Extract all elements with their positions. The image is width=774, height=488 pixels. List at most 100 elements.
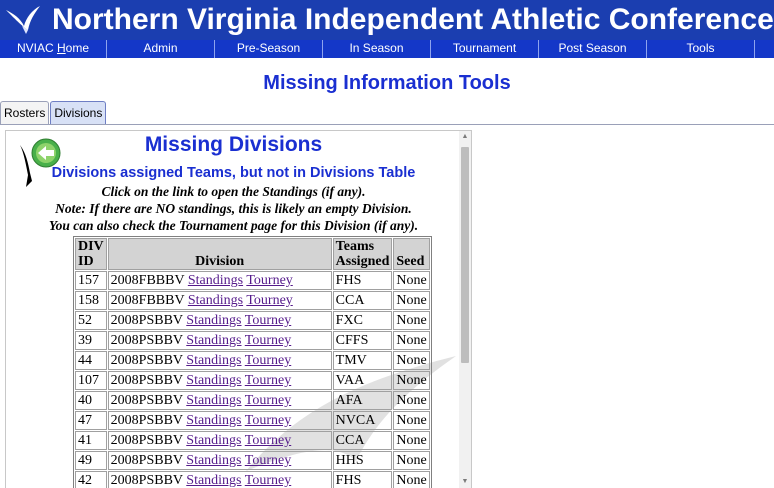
table-header-row: DIV ID Division Teams Assigned Seed [75, 238, 430, 270]
standings-link[interactable]: Standings [186, 333, 241, 348]
seed-cell: None [393, 351, 430, 370]
section-subheading: Divisions assigned Teams, but not in Div… [51, 165, 416, 181]
tab-rosters[interactable]: Rosters [0, 101, 50, 125]
col-header-division: Division [107, 238, 332, 270]
section-heading: Missing Divisions [144, 133, 323, 156]
division-name: 2008PSBBV [110, 393, 183, 408]
standings-link[interactable]: Standings [186, 453, 241, 468]
seed-cell: None [393, 271, 430, 290]
div-id-cell: 47 [75, 411, 107, 430]
seed-cell: None [393, 391, 430, 410]
tourney-link[interactable]: Tourney [245, 433, 291, 448]
team-cell: CCA [332, 291, 393, 310]
division-cell: 2008PSBBV Standings Tourney [107, 411, 332, 430]
nav-tournament[interactable]: Tournament [431, 40, 539, 58]
tourney-link[interactable]: Tourney [245, 333, 291, 348]
division-cell: 2008PSBBV Standings Tourney [107, 471, 332, 488]
seed-cell: None [393, 291, 430, 310]
tourney-link[interactable]: Tourney [245, 413, 291, 428]
standings-link[interactable]: Standings [186, 313, 241, 328]
tourney-link[interactable]: Tourney [246, 273, 292, 288]
division-name: 2008PSBBV [110, 473, 183, 488]
division-cell: 2008PSBBV Standings Tourney [107, 391, 332, 410]
div-id-cell: 41 [75, 431, 107, 450]
division-cell: 2008PSBBV Standings Tourney [107, 451, 332, 470]
tourney-link[interactable]: Tourney [245, 313, 291, 328]
seed-cell: None [393, 311, 430, 330]
division-cell: 2008FBBBV Standings Tourney [107, 271, 332, 290]
standings-link[interactable]: Standings [186, 373, 241, 388]
tourney-link[interactable]: Tourney [245, 473, 291, 488]
division-cell: 2008PSBBV Standings Tourney [107, 351, 332, 370]
standings-link[interactable]: Standings [186, 473, 241, 488]
division-name: 2008PSBBV [110, 453, 183, 468]
missing-divisions-table: DIV ID Division Teams Assigned Seed 157 200… [73, 236, 432, 488]
standings-link[interactable]: Standings [186, 353, 241, 368]
scroll-up-arrow-icon[interactable]: ▲ [459, 131, 471, 143]
div-id-cell: 40 [75, 391, 107, 410]
team-cell: FXC [332, 311, 393, 330]
instruction-note: You can also check the Tournament page f… [48, 218, 419, 233]
col-header-seed: Seed [393, 238, 430, 270]
tourney-link[interactable]: Tourney [245, 453, 291, 468]
division-name: 2008FBBBV [110, 273, 185, 288]
tourney-link[interactable]: Tourney [245, 373, 291, 388]
table-row: 40 2008PSBBV Standings Tourney AFA None [75, 391, 430, 410]
team-cell: VAA [332, 371, 393, 390]
team-cell: AFA [332, 391, 393, 410]
nav-home[interactable]: NVIAC Home [0, 40, 107, 58]
nav-pre-season[interactable]: Pre-Season [215, 40, 323, 58]
team-cell: HHS [332, 451, 393, 470]
nav-tools[interactable]: Tools [647, 40, 755, 58]
tab-bar: Rosters Divisions [0, 101, 107, 125]
vertical-scrollbar[interactable]: ▲ ▼ [459, 131, 471, 488]
division-name: 2008PSBBV [110, 333, 183, 348]
standings-link[interactable]: Standings [186, 393, 241, 408]
division-name: 2008FBBBV [110, 293, 185, 308]
div-id-cell: 107 [75, 371, 107, 390]
tourney-link[interactable]: Tourney [245, 353, 291, 368]
site-banner: Northern Virginia Independent Athletic C… [0, 0, 774, 40]
site-title: Northern Virginia Independent Athletic C… [52, 3, 774, 36]
team-cell: NVCA [332, 411, 393, 430]
nav-post-season[interactable]: Post Season [539, 40, 647, 58]
team-cell: FHS [332, 471, 393, 488]
nav-admin[interactable]: Admin [107, 40, 215, 58]
division-name: 2008PSBBV [110, 413, 183, 428]
div-id-cell: 157 [75, 271, 107, 290]
table-row: 42 2008PSBBV Standings Tourney FHS None [75, 471, 430, 488]
col-header-teams-assigned: Teams Assigned [332, 238, 393, 270]
main-nav: NVIAC Home Admin Pre-Season In Season To… [0, 40, 774, 58]
tourney-link[interactable]: Tourney [246, 293, 292, 308]
seed-cell: None [393, 331, 430, 350]
division-cell: 2008PSBBV Standings Tourney [107, 311, 332, 330]
missing-divisions-panel: Missing Divisions Divisions assigned Tea… [5, 130, 472, 488]
team-cell: CFFS [332, 331, 393, 350]
tourney-link[interactable]: Tourney [245, 393, 291, 408]
col-header-div-id: DIV ID [75, 238, 107, 270]
table-row: 39 2008PSBBV Standings Tourney CFFS None [75, 331, 430, 350]
table-row: 44 2008PSBBV Standings Tourney TMV None [75, 351, 430, 370]
div-id-cell: 44 [75, 351, 107, 370]
page-title: Missing Information Tools [263, 72, 511, 94]
seed-cell: None [393, 371, 430, 390]
standings-link[interactable]: Standings [186, 433, 241, 448]
scroll-thumb[interactable] [461, 147, 469, 363]
nav-in-season[interactable]: In Season [323, 40, 431, 58]
standings-link[interactable]: Standings [188, 273, 243, 288]
division-cell: 2008FBBBV Standings Tourney [107, 291, 332, 310]
seed-cell: None [393, 471, 430, 488]
instruction-note: Click on the link to open the Standings … [101, 184, 366, 199]
standings-link[interactable]: Standings [186, 413, 241, 428]
div-id-cell: 42 [75, 471, 107, 488]
team-cell: TMV [332, 351, 393, 370]
seed-cell: None [393, 431, 430, 450]
instruction-note: Note: If there are NO standings, this is… [55, 201, 412, 216]
div-id-cell: 158 [75, 291, 107, 310]
table-row: 49 2008PSBBV Standings Tourney HHS None [75, 451, 430, 470]
seed-cell: None [393, 411, 430, 430]
table-row: 47 2008PSBBV Standings Tourney NVCA None [75, 411, 430, 430]
standings-link[interactable]: Standings [188, 293, 243, 308]
scroll-down-arrow-icon[interactable]: ▼ [459, 476, 471, 488]
tab-divisions[interactable]: Divisions [50, 101, 107, 125]
